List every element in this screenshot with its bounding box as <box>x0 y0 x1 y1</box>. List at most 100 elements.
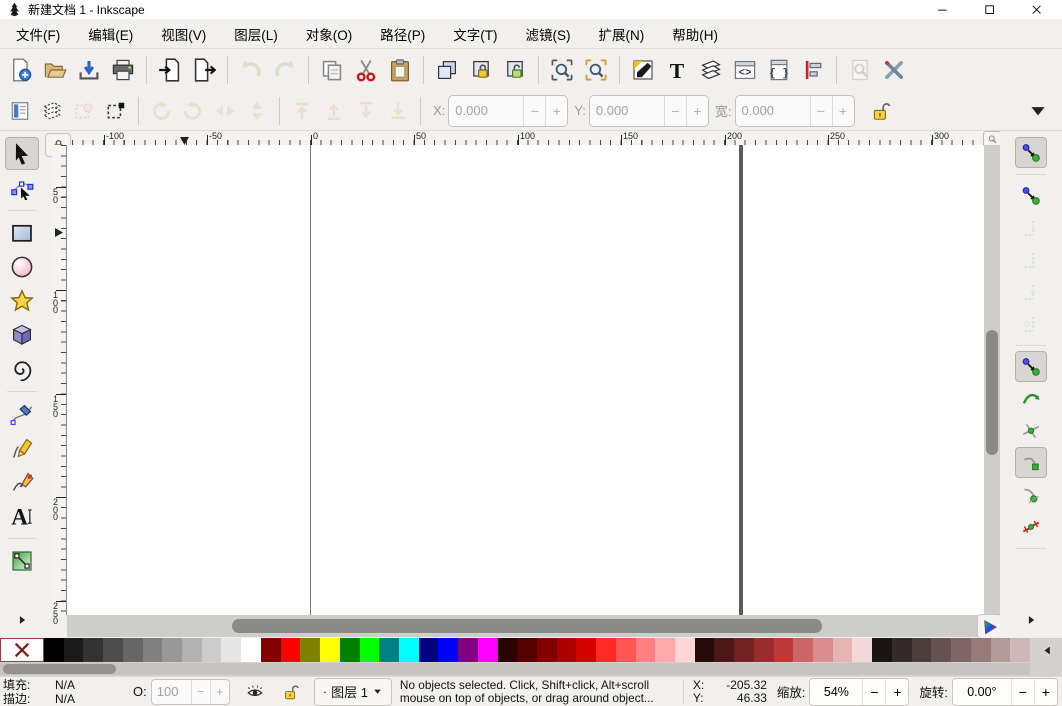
selector-tool[interactable] <box>5 137 39 170</box>
palette-swatch[interactable] <box>774 638 794 662</box>
layers-button[interactable] <box>694 53 728 87</box>
lock-ratio-toggle[interactable] <box>865 95 897 127</box>
flip-h-button[interactable] <box>209 95 241 127</box>
palette-swatch[interactable] <box>300 638 320 662</box>
color-managed-display-button[interactable] <box>977 614 1002 639</box>
rotation-input[interactable]: 0.00° <box>953 679 1011 705</box>
menu-item-9[interactable]: 帮助(H) <box>658 18 732 50</box>
toolbox-expander-button[interactable] <box>10 610 34 630</box>
palette-swatch[interactable] <box>143 638 163 662</box>
palette-swatch[interactable] <box>360 638 380 662</box>
fill-stroke-indicator[interactable]: 填充:N/A 描边:N/A <box>0 678 121 706</box>
select-all-button[interactable] <box>4 95 36 127</box>
zoom-input[interactable]: 54% <box>810 679 862 705</box>
palette-swatch[interactable] <box>419 638 439 662</box>
ellipse-tool[interactable] <box>5 250 39 283</box>
toolbar-overflow-button[interactable] <box>1022 95 1054 127</box>
x-increment-button[interactable]: + <box>545 96 567 126</box>
palette-swatch[interactable] <box>675 638 695 662</box>
flip-v-button[interactable] <box>241 95 273 127</box>
palette-swatch[interactable] <box>951 638 971 662</box>
minimize-button[interactable] <box>928 1 958 18</box>
palette-swatch[interactable] <box>399 638 419 662</box>
snap-paths-button[interactable] <box>1015 383 1047 414</box>
menu-item-7[interactable]: 滤镜(S) <box>512 18 585 50</box>
layer-selector-dropdown[interactable]: · 图层 1 <box>314 678 392 706</box>
x-field-input[interactable]: 0.000 <box>449 96 523 126</box>
menu-item-3[interactable]: 图层(L) <box>220 18 292 50</box>
rotate-ccw-button[interactable] <box>145 95 177 127</box>
palette-swatch[interactable] <box>241 638 261 662</box>
close-button[interactable] <box>1022 1 1052 18</box>
snap-nodes-button[interactable] <box>1015 351 1047 382</box>
deselect-button[interactable] <box>68 95 100 127</box>
palette-swatch[interactable] <box>379 638 399 662</box>
lower-button[interactable] <box>350 95 382 127</box>
horizontal-scrollbar-handle[interactable] <box>232 619 822 633</box>
palette-swatch[interactable] <box>655 638 675 662</box>
star-tool[interactable] <box>5 284 39 317</box>
snap-bbox-centers-button[interactable] <box>1015 308 1047 339</box>
menu-item-2[interactable]: 视图(V) <box>147 18 220 50</box>
align-button[interactable] <box>796 53 830 87</box>
palette-swatch[interactable] <box>182 638 202 662</box>
gradient-tool[interactable] <box>5 544 39 577</box>
new-document-button[interactable] <box>4 53 38 87</box>
palette-swatch[interactable] <box>793 638 813 662</box>
palette-swatch[interactable] <box>931 638 951 662</box>
palette-swatch[interactable] <box>576 638 596 662</box>
text-dialog-button[interactable]: T <box>660 53 694 87</box>
node-editor-tool[interactable] <box>5 171 39 204</box>
palette-swatch[interactable] <box>636 638 656 662</box>
snap-smooth-nodes-button[interactable] <box>1015 479 1047 510</box>
snapbar-expander-button[interactable] <box>1019 610 1043 630</box>
palette-swatch[interactable] <box>517 638 537 662</box>
preferences-button[interactable] <box>877 53 911 87</box>
raise-button[interactable] <box>318 95 350 127</box>
maximize-button[interactable] <box>975 1 1005 18</box>
fill-stroke-button[interactable] <box>626 53 660 87</box>
opacity-input[interactable]: 100 <box>152 680 191 704</box>
palette-swatch[interactable] <box>537 638 557 662</box>
xml-editor-button[interactable]: <> <box>728 53 762 87</box>
zoom-increment-button[interactable]: + <box>885 679 908 705</box>
palette-swatch[interactable] <box>872 638 892 662</box>
snap-intersections-button[interactable] <box>1015 415 1047 446</box>
vertical-scrollbar-handle[interactable] <box>986 330 998 455</box>
width-field-input[interactable]: 0.000 <box>736 96 810 126</box>
horizontal-scrollbar[interactable] <box>67 615 978 637</box>
cut-button[interactable] <box>349 53 383 87</box>
menu-item-5[interactable]: 路径(P) <box>366 18 439 50</box>
palette-swatch[interactable] <box>991 638 1011 662</box>
text-tool-tool[interactable]: A <box>5 499 39 532</box>
snap-bbox-midpoints-button[interactable] <box>1015 276 1047 307</box>
snap-enable-button[interactable] <box>1015 137 1047 168</box>
export-button[interactable] <box>187 53 221 87</box>
palette-swatch[interactable] <box>695 638 715 662</box>
y-decrement-button[interactable]: − <box>664 96 686 126</box>
box3d-tool[interactable] <box>5 318 39 351</box>
vertical-ruler[interactable]: 50100150200250 <box>52 145 67 615</box>
palette-swatch[interactable] <box>64 638 84 662</box>
palette-swatch[interactable] <box>123 638 143 662</box>
opacity-increment-button[interactable]: + <box>210 680 229 704</box>
snap-cusp-nodes-button[interactable] <box>1015 447 1047 478</box>
palette-swatch[interactable] <box>202 638 222 662</box>
palette-scrollbar[interactable] <box>0 663 1030 675</box>
calligraphy-tool[interactable] <box>5 465 39 498</box>
x-decrement-button[interactable]: − <box>523 96 545 126</box>
palette-swatch[interactable] <box>438 638 458 662</box>
print-button[interactable] <box>106 53 140 87</box>
canvas[interactable] <box>67 145 984 615</box>
palette-swatch[interactable] <box>261 638 281 662</box>
zoom-decrement-button[interactable]: − <box>862 679 885 705</box>
rotation-increment-button[interactable]: + <box>1034 679 1057 705</box>
palette-swatch[interactable] <box>162 638 182 662</box>
palette-swatch[interactable] <box>103 638 123 662</box>
spiral-tool[interactable] <box>5 352 39 385</box>
menu-item-4[interactable]: 对象(O) <box>292 18 367 50</box>
undo-button[interactable] <box>234 53 268 87</box>
y-increment-button[interactable]: + <box>686 96 708 126</box>
unlink-clone-button[interactable] <box>498 53 532 87</box>
palette-swatch[interactable] <box>83 638 103 662</box>
